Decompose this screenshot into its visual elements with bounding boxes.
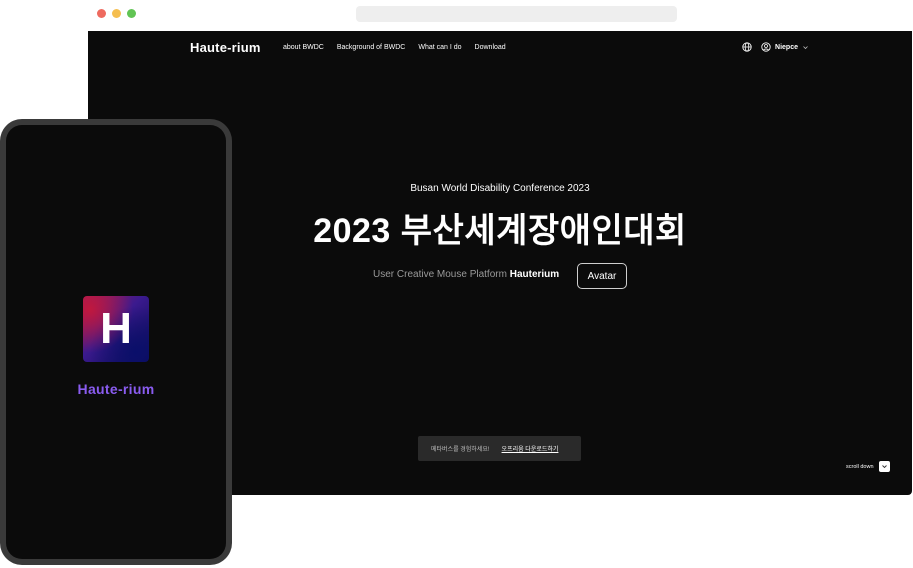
maximize-dot[interactable] bbox=[127, 9, 136, 18]
nav-link-about[interactable]: about BWDC bbox=[283, 44, 324, 51]
site-logo[interactable]: Haute-rium bbox=[190, 40, 261, 55]
platform-prefix: User Creative Mouse Platform bbox=[373, 269, 510, 280]
user-icon bbox=[761, 42, 771, 52]
nav-link-what-can-i-do[interactable]: What can I do bbox=[418, 44, 461, 51]
nav-links: about BWDC Background of BWDC What can I… bbox=[283, 44, 506, 51]
chevron-down-icon bbox=[802, 44, 809, 51]
chevron-down-icon[interactable] bbox=[878, 461, 890, 472]
download-message: 메타버스를 경험하세요! bbox=[431, 447, 490, 453]
nav-right: Niepce bbox=[742, 42, 809, 52]
scroll-down-label: scroll down bbox=[846, 463, 874, 470]
user-name: Niepce bbox=[775, 43, 798, 51]
app-name: Haute-rium bbox=[77, 381, 155, 397]
user-menu[interactable]: Niepce bbox=[761, 42, 809, 52]
nav-link-background[interactable]: Background of BWDC bbox=[337, 44, 405, 51]
avatar-button[interactable]: Avatar bbox=[577, 263, 627, 289]
window-controls bbox=[97, 9, 136, 18]
app-logo-icon: H bbox=[83, 296, 149, 362]
phone-mockup: H Haute-rium bbox=[0, 119, 232, 565]
phone-screen: H Haute-rium bbox=[6, 125, 226, 559]
nav-link-download[interactable]: Download bbox=[475, 44, 506, 51]
download-link[interactable]: 오프리움 다운로드하기 bbox=[502, 444, 559, 453]
platform-name: Hauterium bbox=[509, 269, 560, 280]
address-bar[interactable] bbox=[356, 6, 677, 22]
top-navigation: Haute-rium about BWDC Background of BWDC… bbox=[88, 31, 912, 65]
screenshot-stage: Haute-rium about BWDC Background of BWDC… bbox=[0, 0, 913, 568]
platform-tagline: User Creative Mouse Platform Hauterium bbox=[373, 269, 559, 280]
globe-icon[interactable] bbox=[742, 42, 752, 52]
scroll-down[interactable]: scroll down bbox=[846, 461, 890, 472]
minimize-dot[interactable] bbox=[112, 9, 121, 18]
close-dot[interactable] bbox=[97, 9, 106, 18]
download-banner: 메타버스를 경험하세요! 오프리움 다운로드하기 bbox=[418, 436, 581, 461]
